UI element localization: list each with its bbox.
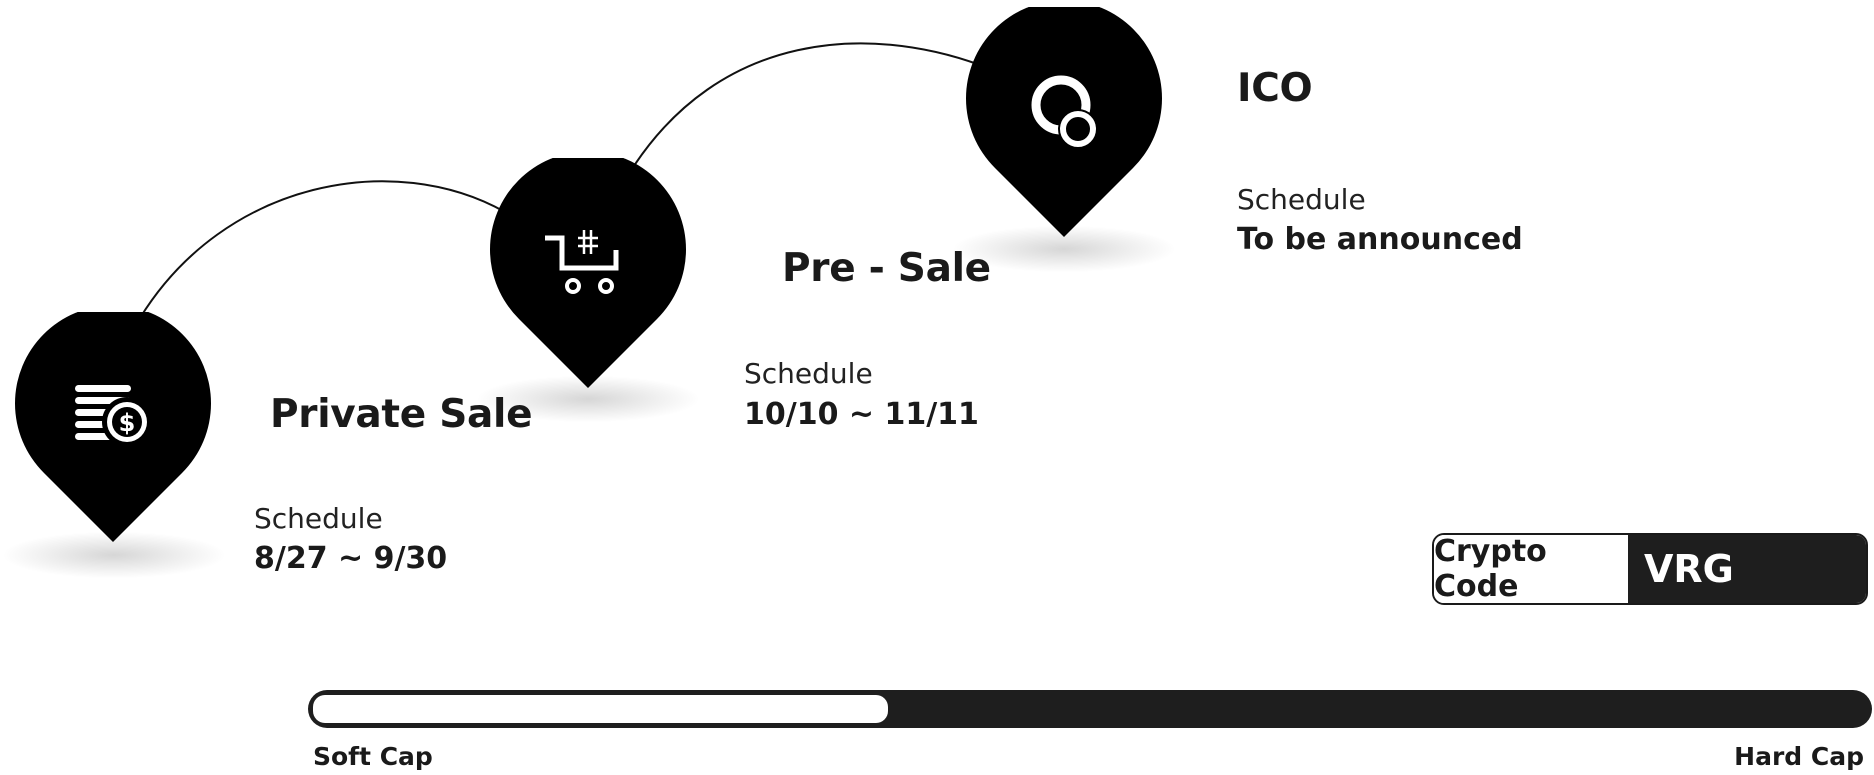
pre-sale-schedule-value: 10/10 ~ 11/11 [744,397,979,432]
crypto-code-label: Crypto Code [1434,535,1628,603]
crypto-code-value: VRG [1628,535,1866,603]
pre-sale-schedule-label: Schedule [744,357,873,390]
ico-title: ICO [1237,66,1313,111]
ico-schedule-value: To be announced [1237,222,1523,257]
private-sale-title: Private Sale [270,392,533,437]
ico-pin [966,7,1162,247]
cap-progress-bar [308,690,1872,728]
arc-presale-to-ico [629,42,981,173]
private-sale-schedule-value: 8/27 ~ 9/30 [254,541,448,576]
svg-text:$: $ [119,409,136,437]
timeline-connector-arcs [139,42,981,319]
soft-cap-label: Soft Cap [313,742,433,771]
ico-schedule-label: Schedule [1237,183,1366,216]
pre-sale-pin [490,158,686,398]
crypto-code-box: Crypto Code VRG [1432,533,1868,605]
private-sale-pin: $ [15,312,211,552]
arc-private-to-presale [139,180,506,319]
private-sale-schedule-label: Schedule [254,502,383,535]
cap-progress-fill [313,695,888,723]
pre-sale-title: Pre - Sale [782,246,991,291]
hard-cap-label: Hard Cap [1734,742,1864,771]
